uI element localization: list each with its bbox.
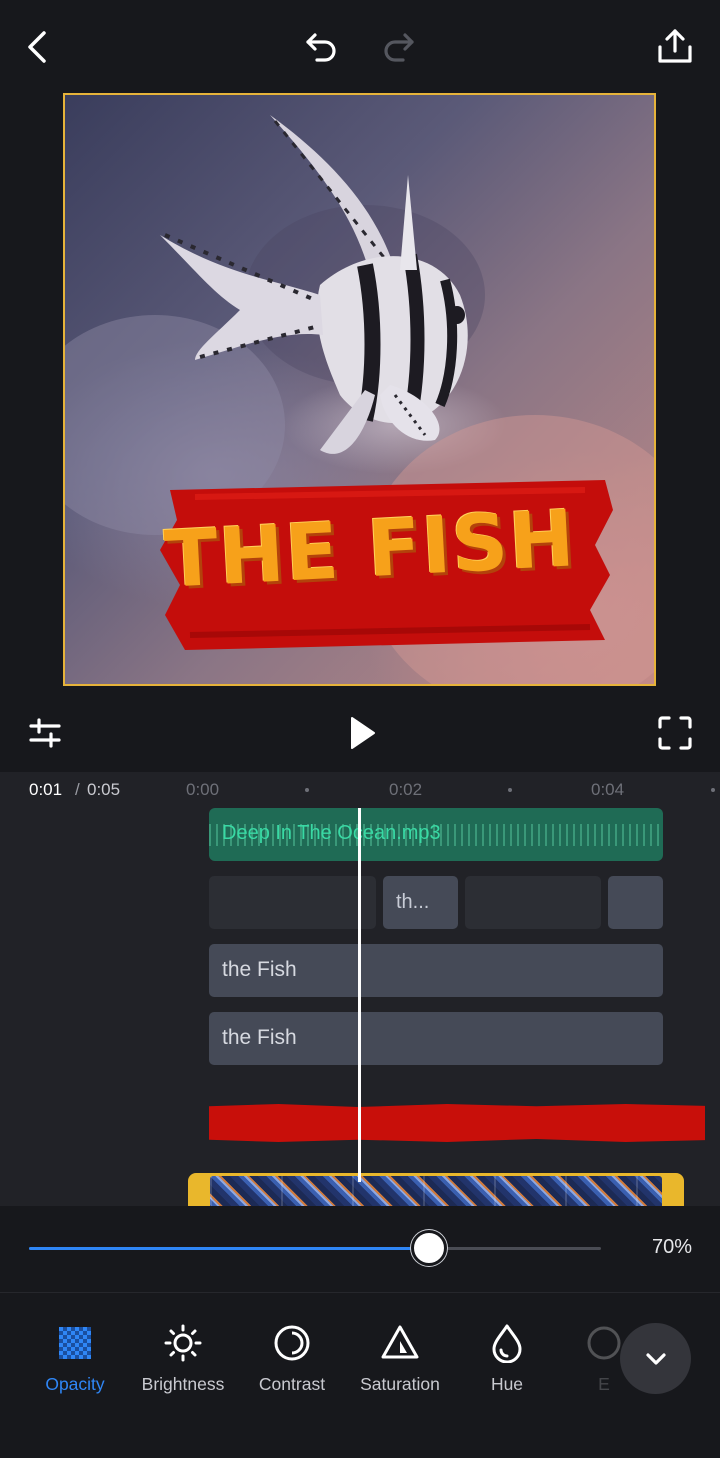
brightness-sun-icon <box>164 1324 202 1362</box>
tool-label: Contrast <box>258 1374 326 1394</box>
tool-label: Opacity <box>45 1374 105 1394</box>
total-time: 0:05 <box>87 780 121 799</box>
overlay-track-segment[interactable] <box>608 876 663 929</box>
overlay-track-segment[interactable] <box>209 876 376 929</box>
opacity-slider[interactable] <box>29 1230 601 1266</box>
timeline-tick: 0:02 <box>389 780 423 799</box>
overlay-track-segment[interactable] <box>465 876 601 929</box>
saturation-triangle-icon <box>381 1325 419 1359</box>
play-icon <box>351 717 375 749</box>
opacity-checker-icon <box>59 1327 91 1359</box>
text-track-clip[interactable]: the Fish <box>209 944 663 997</box>
tool-saturation[interactable]: Saturation <box>346 1323 454 1395</box>
timeline-tick-dot <box>508 788 512 792</box>
tool-contrast[interactable]: Contrast <box>238 1323 346 1395</box>
back-button[interactable] <box>14 22 64 72</box>
share-button[interactable] <box>650 22 700 72</box>
exposure-icon <box>587 1326 621 1360</box>
overlay-segment-label: th... <box>396 891 430 913</box>
tool-label: Brightness <box>141 1374 225 1394</box>
timeline-tick: 0:04 <box>591 780 625 799</box>
collapse-toolbar-button[interactable] <box>620 1323 691 1394</box>
timeline-tick-dot <box>711 788 715 792</box>
current-time: 0:01 <box>29 780 63 799</box>
fullscreen-button[interactable] <box>652 710 698 756</box>
tool-opacity[interactable]: Opacity <box>21 1323 129 1395</box>
text-track-label: the Fish <box>222 1026 297 1049</box>
fullscreen-icon <box>658 716 692 750</box>
undo-button[interactable] <box>296 22 346 72</box>
audio-track-clip[interactable]: Deep In The Ocean.mp3 <box>209 808 663 861</box>
timeline-panel[interactable]: 0:01 / 0:05 0:00 0:02 0:04 Deep In The O… <box>0 772 720 1206</box>
redo-button[interactable] <box>374 22 424 72</box>
chevron-left-icon <box>28 31 46 63</box>
chevron-down-icon <box>645 1352 666 1365</box>
play-button[interactable] <box>337 710 383 756</box>
tool-brightness[interactable]: Brightness <box>129 1323 237 1395</box>
timeline-tick-dot <box>305 788 309 792</box>
undo-icon <box>306 33 336 62</box>
playhead[interactable] <box>358 808 361 1182</box>
text-track-clip[interactable]: the Fish <box>209 1012 663 1065</box>
tool-hue[interactable]: Hue <box>453 1323 561 1395</box>
opacity-slider-fill <box>29 1247 430 1250</box>
opacity-slider-panel: 70% <box>0 1206 720 1292</box>
hue-drop-icon <box>492 1324 522 1363</box>
adjustment-toolbar: Opacity Brightness Contrast Saturation H… <box>0 1293 720 1458</box>
sticker-track-clip[interactable] <box>209 1104 705 1142</box>
audio-track-label: Deep In The Ocean.mp3 <box>222 822 441 844</box>
adjust-button[interactable] <box>22 710 68 756</box>
video-thumbnails <box>210 1176 662 1206</box>
text-track-label: the Fish <box>222 958 297 981</box>
opacity-value: 70% <box>651 1236 692 1258</box>
opacity-slider-thumb[interactable] <box>411 1230 448 1266</box>
overlay-track-segment[interactable]: th... <box>383 876 458 929</box>
tool-label: Hue <box>490 1374 524 1394</box>
adjust-sliders-icon <box>29 718 61 748</box>
share-upload-icon <box>658 29 692 63</box>
redo-icon <box>384 33 414 62</box>
timeline-tick: 0:00 <box>186 780 220 799</box>
tool-label: Saturation <box>360 1374 440 1394</box>
time-separator: / <box>75 780 80 799</box>
video-track-clip[interactable] <box>188 1173 684 1206</box>
video-preview[interactable]: THE FISH <box>63 93 656 686</box>
contrast-circle-icon <box>274 1325 310 1361</box>
video-editor-screen: THE FISH 0:01 / 0:05 0:00 0:02 0:04 Deep… <box>0 0 720 1458</box>
